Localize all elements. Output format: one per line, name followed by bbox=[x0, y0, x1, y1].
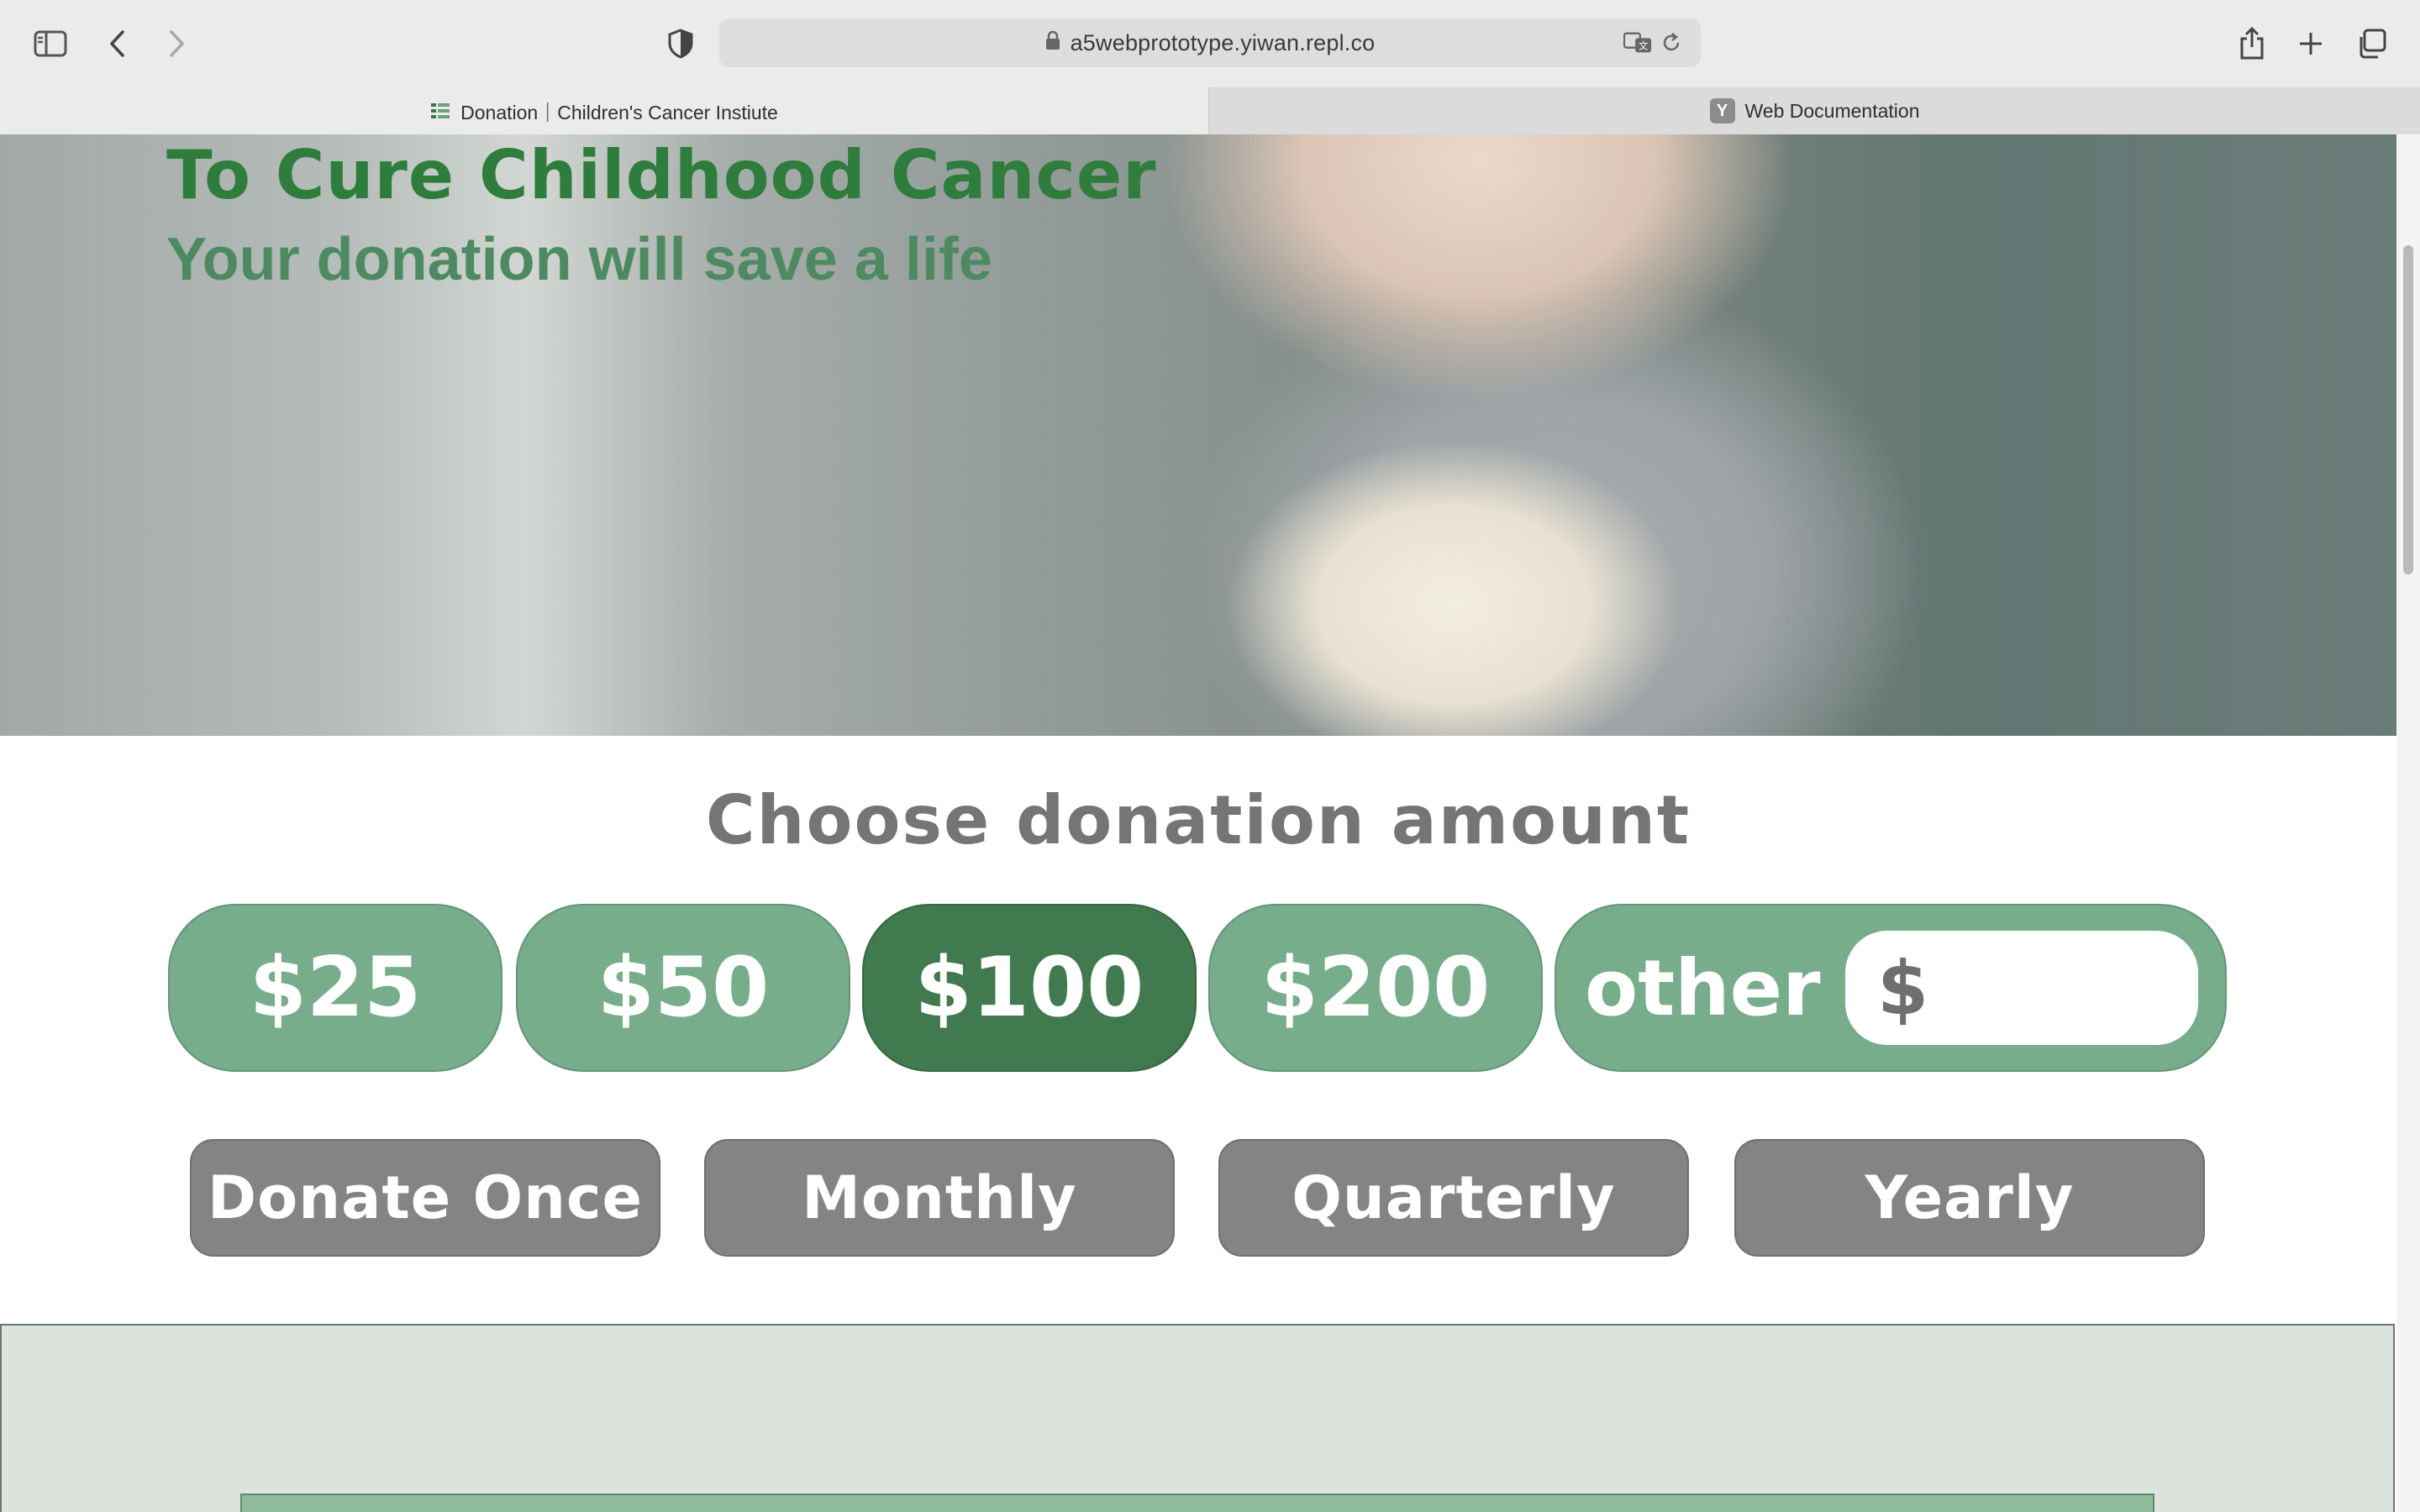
tab-bar: Donation｜Children's Cancer Instiute Y We… bbox=[0, 87, 2420, 134]
other-amount-label: other bbox=[1585, 942, 1821, 1033]
amount-button-100[interactable]: $100 bbox=[862, 904, 1197, 1072]
frequency-quarterly-button[interactable]: Quarterly bbox=[1218, 1139, 1689, 1257]
url-text: a5webprototype.yiwan.repl.co bbox=[1070, 29, 1376, 55]
tab-overview-icon[interactable] bbox=[2344, 17, 2398, 71]
donation-heading: Choose donation amount bbox=[705, 781, 1691, 859]
donation-form-panel bbox=[0, 1324, 2395, 1512]
y-favicon-icon: Y bbox=[1709, 98, 1735, 123]
currency-symbol: $ bbox=[1877, 944, 1929, 1032]
site-favicon-icon bbox=[430, 102, 450, 120]
other-amount-input[interactable]: $ bbox=[1845, 931, 2198, 1045]
frequency-monthly-button[interactable]: Monthly bbox=[704, 1139, 1175, 1257]
privacy-shield-icon[interactable] bbox=[654, 17, 708, 71]
lock-icon bbox=[1045, 30, 1060, 56]
amount-button-50[interactable]: $50 bbox=[516, 904, 850, 1072]
svg-text:文: 文 bbox=[1639, 40, 1648, 52]
hero-title: To Cure Childhood Cancer bbox=[166, 136, 1157, 214]
forward-icon[interactable] bbox=[150, 17, 203, 71]
hero-image: To Cure Childhood Cancer Your donation w… bbox=[0, 134, 2396, 736]
page-viewport: To Cure Childhood Cancer Your donation w… bbox=[0, 134, 2420, 1512]
sidebar-toggle-icon[interactable] bbox=[24, 17, 77, 71]
scrollbar-thumb[interactable] bbox=[2403, 245, 2413, 575]
browser-toolbar: a5webprototype.yiwan.repl.co 文 bbox=[0, 0, 2420, 87]
tab-donation[interactable]: Donation｜Children's Cancer Instiute bbox=[0, 87, 1208, 134]
tab-label: Web Documentation bbox=[1744, 99, 1920, 122]
tab-label: Donation｜Children's Cancer Instiute bbox=[460, 102, 778, 123]
reload-icon[interactable] bbox=[1657, 30, 1686, 55]
amount-button-200[interactable]: $200 bbox=[1208, 904, 1543, 1072]
back-icon[interactable] bbox=[91, 17, 145, 71]
amount-button-25[interactable]: $25 bbox=[168, 904, 502, 1072]
new-tab-icon[interactable] bbox=[2284, 17, 2338, 71]
tab-web-documentation[interactable]: Y Web Documentation bbox=[1208, 87, 2420, 134]
share-icon[interactable] bbox=[2225, 17, 2279, 71]
page-scrollbar[interactable] bbox=[2396, 134, 2420, 1512]
frequency-donate-once-button[interactable]: Donate Once bbox=[190, 1139, 660, 1257]
donation-form-inner bbox=[240, 1494, 2154, 1512]
translate-icon[interactable]: 文 bbox=[1623, 30, 1652, 55]
other-amount-group: other $ bbox=[1555, 904, 2227, 1072]
address-bar[interactable]: a5webprototype.yiwan.repl.co 文 bbox=[719, 18, 1701, 67]
frequency-yearly-button[interactable]: Yearly bbox=[1734, 1139, 2205, 1257]
hero-subtitle: Your donation will save a life bbox=[166, 226, 992, 293]
